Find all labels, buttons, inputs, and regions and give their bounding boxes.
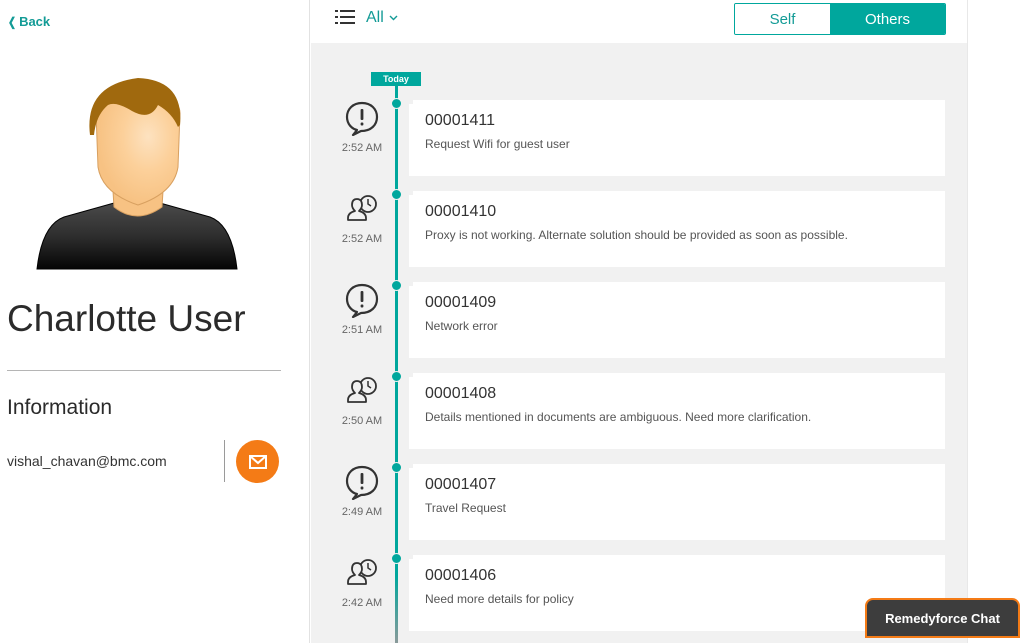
mail-icon	[248, 454, 267, 469]
timeline-dot	[391, 553, 402, 564]
toggle-others[interactable]: Others	[830, 4, 945, 34]
entry-time: 2:42 AM	[341, 597, 383, 609]
filter-label: All	[366, 9, 384, 26]
ticket-number[interactable]: 00001407	[425, 476, 496, 494]
entry-time: 2:52 AM	[341, 142, 383, 154]
profile-name: Charlotte User	[7, 298, 246, 339]
ticket-number[interactable]: 00001411	[425, 112, 495, 130]
user-clock-icon	[347, 195, 377, 221]
email-text: vishal_chavan@bmc.com	[7, 453, 167, 469]
ticket-description: Need more details for policy	[425, 592, 574, 606]
ticket-number[interactable]: 00001406	[425, 567, 496, 585]
ticket-number[interactable]: 00001409	[425, 294, 496, 312]
today-badge: Today	[371, 72, 421, 86]
timeline-header: All Self Others	[311, 0, 967, 43]
entry-type-icon	[344, 191, 380, 227]
timeline-dot	[391, 462, 402, 473]
send-email-button[interactable]	[236, 440, 279, 483]
avatar	[36, 78, 238, 270]
chevron-down-icon	[389, 15, 398, 21]
divider	[7, 370, 281, 371]
list-icon[interactable]	[335, 10, 355, 25]
entry-time: 2:51 AM	[341, 324, 383, 336]
user-clock-icon	[347, 559, 377, 585]
entry-time: 2:49 AM	[341, 506, 383, 518]
exclamation-bubble-icon	[345, 283, 379, 319]
entry-type-icon	[344, 282, 380, 319]
chevron-left-icon: ❮	[8, 14, 17, 29]
timeline-dot	[391, 280, 402, 291]
ticket-number[interactable]: 00001410	[425, 203, 496, 221]
timeline-dot	[391, 371, 402, 382]
back-label: Back	[19, 14, 51, 29]
vertical-separator	[224, 440, 225, 482]
filter-dropdown[interactable]: All	[366, 9, 398, 27]
timeline-dot	[391, 189, 402, 200]
timeline-entry: 2:52 AM 00001410 Proxy is not working. Alt…	[311, 189, 967, 267]
profile-panel: ❮ Back Charlotte User Information vishal…	[0, 0, 310, 643]
ticket-description: Network error	[425, 319, 498, 333]
back-link[interactable]: ❮ Back	[7, 14, 50, 29]
ticket-number[interactable]: 00001408	[425, 385, 496, 403]
right-gutter	[967, 0, 1021, 643]
timeline-dot	[391, 98, 402, 109]
entry-type-icon	[344, 373, 380, 409]
ticket-card[interactable]: 00001408 Details mentioned in documents a…	[409, 373, 945, 449]
ticket-card[interactable]: 00001407 Travel Request	[409, 464, 945, 540]
entry-type-icon	[344, 464, 380, 501]
self-others-toggle: Self Others	[734, 3, 946, 35]
timeline-entry: 2:49 AM 00001407 Travel Request	[311, 462, 967, 540]
timeline-entry: 2:50 AM 00001408 Details mentioned in docu…	[311, 371, 967, 449]
page: ❮ Back Charlotte User Information vishal…	[0, 0, 1021, 643]
toggle-self[interactable]: Self	[735, 4, 830, 34]
timeline-entry: 2:52 AM 00001411 Request Wifi for guest us…	[311, 98, 967, 176]
timeline-entry: 2:51 AM 00001409 Network error	[311, 280, 967, 358]
ticket-description: Proxy is not working. Alternate solution…	[425, 228, 848, 242]
information-heading: Information	[7, 396, 113, 419]
ticket-description: Details mentioned in documents are ambig…	[425, 410, 812, 424]
entry-time: 2:50 AM	[341, 415, 383, 427]
remedyforce-chat-button[interactable]: Remedyforce Chat	[865, 598, 1020, 638]
entry-type-icon	[344, 100, 380, 137]
ticket-card[interactable]: 00001411 Request Wifi for guest user	[409, 100, 945, 176]
ticket-description: Request Wifi for guest user	[425, 137, 570, 151]
ticket-card[interactable]: 00001410 Proxy is not working. Alternate …	[409, 191, 945, 267]
exclamation-bubble-icon	[345, 465, 379, 501]
ticket-card[interactable]: 00001409 Network error	[409, 282, 945, 358]
user-clock-icon	[347, 377, 377, 403]
entry-time: 2:52 AM	[341, 233, 383, 245]
timeline: Today 2:52 AM 00001411 Request Wifi for gu…	[311, 43, 967, 643]
ticket-description: Travel Request	[425, 501, 506, 515]
exclamation-bubble-icon	[345, 101, 379, 137]
entry-type-icon	[344, 555, 380, 591]
